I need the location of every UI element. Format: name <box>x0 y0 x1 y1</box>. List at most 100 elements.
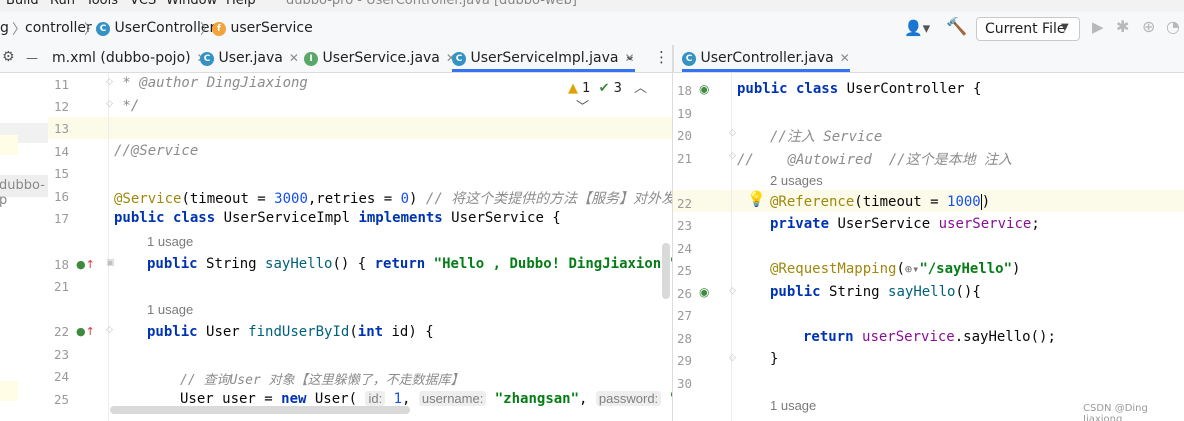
run-icon[interactable]: ▶ <box>1092 18 1104 36</box>
previous-highlight-icon[interactable]: ︿ <box>634 81 647 96</box>
spring-bean-icon[interactable]: ◉ <box>699 82 709 96</box>
tab-userservice-java[interactable]: I UserService.java ✕ <box>304 45 456 72</box>
fold-icon[interactable]: ◇ <box>106 77 113 87</box>
code-line-29: } <box>770 351 779 367</box>
line-number: 27 <box>677 308 693 323</box>
line-number: 13 <box>54 121 70 136</box>
window-title: dubbo-pro - UserController.java [dubbo-w… <box>286 0 577 8</box>
warning-icon: ▲ <box>568 81 578 96</box>
usage-hint[interactable]: 1 usage <box>147 234 193 249</box>
menu-vcs[interactable]: VCS <box>130 0 156 8</box>
close-icon[interactable]: ✕ <box>289 51 299 65</box>
usage-hint[interactable]: 2 usages <box>770 173 823 188</box>
code-line-14: //@Service <box>114 143 199 159</box>
code-line-28: return userService.sayHello(); <box>803 329 1056 345</box>
current-line-highlight <box>48 117 672 139</box>
build-hammer-icon[interactable]: 🔨 <box>946 17 967 37</box>
usage-hint[interactable]: 1 usage <box>770 398 816 413</box>
menu-window[interactable]: Window <box>166 0 217 8</box>
line-number: 18 <box>54 257 70 272</box>
menu-tools[interactable]: Tools <box>86 0 118 8</box>
tab-userserviceimpl-java[interactable]: C UserServiceImpl.java ✕ <box>452 45 635 72</box>
chevron-down-icon[interactable]: ⌄ <box>624 48 636 64</box>
fold-icon[interactable]: ◇ <box>729 151 736 161</box>
tab-user-java[interactable]: C User.java ✕ <box>200 45 299 72</box>
horizontal-scrollbar[interactable] <box>110 406 410 414</box>
line-number: 29 <box>677 353 693 368</box>
line-number: 22 <box>677 196 693 211</box>
menu-run[interactable]: Run <box>50 0 75 8</box>
tab-pom-xml[interactable]: m.xml (dubbo-pojo)✕ <box>52 45 207 72</box>
code-line-12: */ <box>114 98 140 114</box>
implemented-method-icon[interactable]: ●↑ <box>76 325 95 338</box>
inspection-widget[interactable]: ▲ 1 ✔ 3 ︿ ﹀ <box>568 77 672 115</box>
code-line-22: public User findUserById(int id) { <box>147 324 434 340</box>
line-number: 30 <box>677 376 693 391</box>
line-number: 26 <box>677 286 693 301</box>
code-line-26: public String sayHello(){ <box>770 284 981 300</box>
line-number: 28 <box>677 331 693 346</box>
close-icon[interactable]: ✕ <box>840 51 850 65</box>
menu-help[interactable]: Help <box>226 0 256 8</box>
interface-icon: I <box>304 52 318 66</box>
line-number: 18 <box>677 83 693 98</box>
implemented-method-icon[interactable]: ●↑ <box>76 258 95 271</box>
right-editor[interactable]: 18 19 20 21 22 23 24 25 26 27 28 29 30 ◉… <box>673 73 1184 421</box>
line-number: 25 <box>54 392 70 407</box>
line-number: 23 <box>54 347 70 362</box>
breadcrumb-class[interactable]: C UserController <box>96 20 215 36</box>
breadcrumb-field[interactable]: f userService <box>212 20 313 36</box>
run-configuration-select[interactable]: Current File ▼ <box>976 17 1080 41</box>
line-number: 21 <box>677 151 693 166</box>
spring-request-mapping-icon[interactable]: ◉ <box>699 285 709 299</box>
line-number: 16 <box>54 189 70 204</box>
gear-icon[interactable]: ⚙ <box>2 49 15 65</box>
code-line-16: @Service(timeout = 3000,retries = 0) // … <box>114 191 672 207</box>
fold-icon[interactable]: ◇ <box>729 353 736 363</box>
coverage-icon[interactable]: ⊕ <box>1142 17 1155 36</box>
usage-hint[interactable]: 1 usage <box>147 302 193 317</box>
code-line-24: // 查询User 对象【这里躲懒了，不走数据库】 <box>180 373 464 388</box>
web-globe-icon[interactable]: ⊕▾ <box>905 262 919 276</box>
code-line-23: private UserService userService; <box>770 216 1040 232</box>
lightbulb-icon[interactable]: 💡 <box>747 190 766 208</box>
class-icon: C <box>452 52 466 66</box>
menu-build[interactable]: Build <box>6 0 39 8</box>
fold-icon[interactable]: ◇ <box>729 128 736 138</box>
breadcrumb-project[interactable]: g <box>0 20 9 36</box>
profile-icon[interactable]: ◔ <box>1166 17 1180 36</box>
code-line-11: * @author DingJiaxiong <box>114 75 308 91</box>
code-line-17: public class UserServiceImpl implements … <box>114 210 561 226</box>
line-number: 11 <box>54 77 70 92</box>
fold-icon[interactable]: ◇ <box>106 99 113 109</box>
user-account-icon[interactable]: 👤▾ <box>904 19 930 37</box>
line-number: 19 <box>677 106 693 121</box>
line-number: 22 <box>54 324 70 339</box>
minimize-icon[interactable]: — <box>26 51 38 65</box>
next-highlight-icon[interactable]: ﹀ <box>576 100 589 115</box>
debug-icon[interactable]: ✱ <box>1116 17 1129 36</box>
line-number: 24 <box>677 241 693 256</box>
breadcrumb-package[interactable]: controller <box>25 20 92 36</box>
line-number: 21 <box>54 279 70 294</box>
class-icon: C <box>96 22 110 36</box>
class-icon: C <box>682 52 696 66</box>
fold-icon[interactable]: ◇ <box>729 286 736 296</box>
left-editor[interactable]: 11 12 13 14 15 16 17 18 21 22 23 24 25 ◇… <box>48 73 672 421</box>
class-icon: C <box>200 52 214 66</box>
project-tree-item[interactable]: dubbo-p <box>0 175 48 208</box>
navigation-bar: g 〉 controller 〉 C UserController 〉 f us… <box>0 12 1184 46</box>
chevron-down-icon: ▼ <box>1061 22 1069 33</box>
more-options-icon[interactable]: ⋮ <box>654 48 669 66</box>
fold-icon[interactable]: ◇ <box>106 325 113 335</box>
code-line-18: public String sayHello() { return "Hello… <box>147 256 672 272</box>
line-number: 17 <box>54 211 70 226</box>
line-number: 15 <box>54 166 70 181</box>
line-number: 24 <box>54 369 70 384</box>
tab-usercontroller-java[interactable]: C UserController.java ✕ <box>682 45 850 72</box>
project-panel-fragment: dubbo-p <box>0 73 48 421</box>
check-icon: ✔ <box>598 81 610 96</box>
fold-icon[interactable]: ▣ <box>106 258 115 268</box>
vertical-scrollbar[interactable] <box>662 243 670 299</box>
menu-bar: Build Run Tools VCS Window Help dubbo-pr… <box>0 0 1184 12</box>
